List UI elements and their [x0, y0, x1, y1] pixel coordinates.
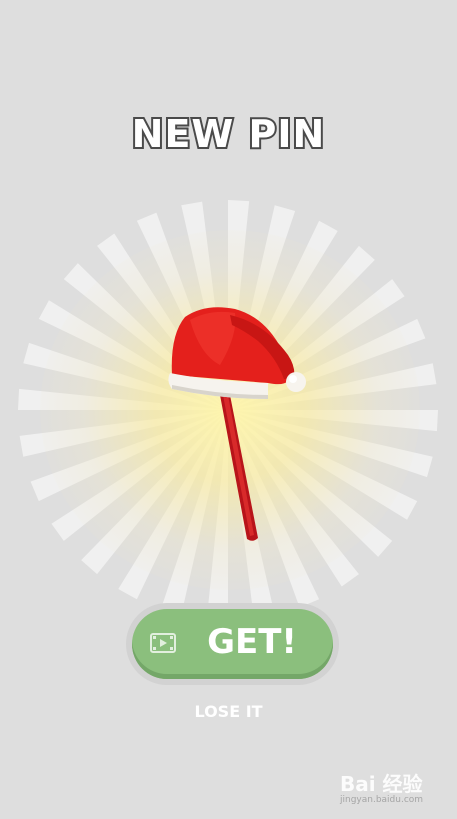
get-button-frame: GET! — [126, 603, 339, 685]
get-button[interactable]: GET! — [132, 609, 333, 679]
get-button-label: GET! — [207, 622, 297, 662]
watermark: Bai 经验 jingyan.baidu.com — [340, 768, 450, 805]
page-title: NEW PIN — [130, 110, 327, 158]
lose-it-link[interactable]: LOSE IT — [0, 702, 457, 721]
video-ad-icon — [150, 633, 176, 653]
watermark-url: jingyan.baidu.com — [340, 795, 424, 805]
santa-hat-pin — [168, 307, 306, 541]
watermark-logo-text: Bai 经验 — [340, 772, 423, 796]
